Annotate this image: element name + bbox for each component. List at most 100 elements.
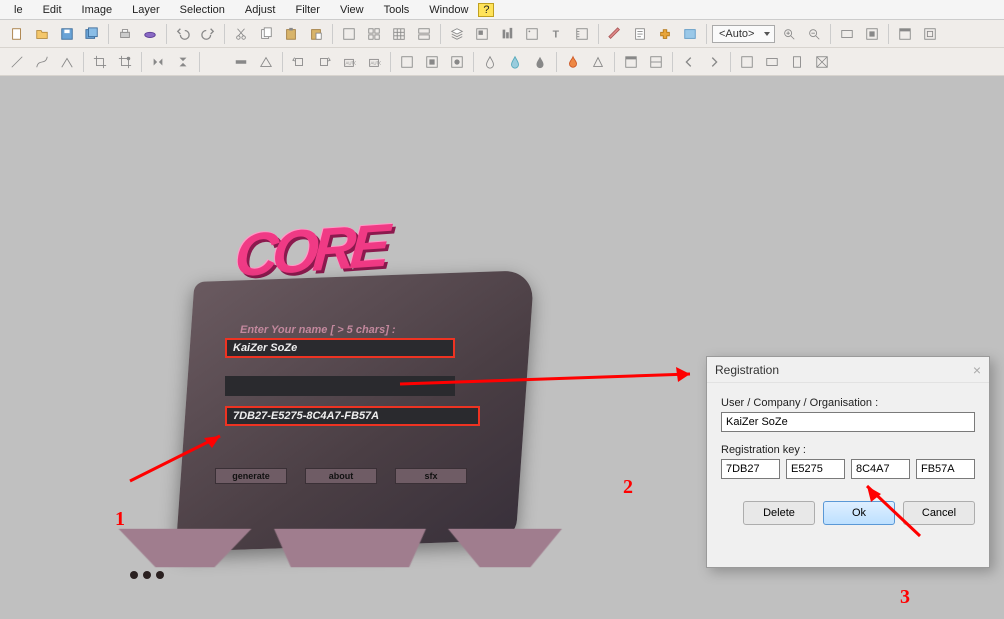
registration-dialog: Registration × User / Company / Organisa… — [706, 356, 990, 568]
menu-layer[interactable]: Layer — [122, 2, 170, 18]
back-icon[interactable] — [678, 51, 700, 73]
plugin-icon[interactable] — [654, 23, 676, 45]
tool-bright-icon[interactable] — [205, 51, 227, 73]
tile-icon[interactable] — [413, 23, 435, 45]
keygen-prompt: Enter Your name [ > 5 chars] : — [240, 324, 396, 336]
paste-special-icon[interactable] — [305, 23, 327, 45]
dialog-titlebar[interactable]: Registration × — [707, 357, 989, 383]
hist-icon[interactable] — [496, 23, 518, 45]
menu-help[interactable]: ? — [478, 3, 494, 17]
menu-filter[interactable]: Filter — [285, 2, 329, 18]
script-icon[interactable] — [629, 23, 651, 45]
cancel-button[interactable]: Cancel — [903, 501, 975, 525]
copy-icon[interactable] — [255, 23, 277, 45]
ok-button[interactable]: Ok — [823, 501, 895, 525]
canvas: CORE Enter Your name [ > 5 chars] : gene… — [0, 76, 1004, 619]
fire-icon[interactable] — [562, 51, 584, 73]
tool-auto-r-icon[interactable]: AUTO — [363, 51, 385, 73]
xd-icon[interactable] — [811, 51, 833, 73]
tool-rot-r-icon[interactable] — [313, 51, 335, 73]
zoom-combo[interactable]: <Auto> — [712, 25, 775, 43]
tri-icon[interactable] — [587, 51, 609, 73]
ruler-icon[interactable] — [571, 23, 593, 45]
open-icon[interactable] — [31, 23, 53, 45]
user-input[interactable] — [721, 412, 975, 432]
xb-icon[interactable] — [761, 51, 783, 73]
cut-icon[interactable] — [230, 23, 252, 45]
tool-g2-icon[interactable] — [421, 51, 443, 73]
tool-crop2-icon[interactable] — [114, 51, 136, 73]
tool-g1-icon[interactable] — [396, 51, 418, 73]
keygen-generate-button[interactable]: generate — [215, 468, 287, 484]
water2-icon[interactable] — [504, 51, 526, 73]
menu-image[interactable]: Image — [72, 2, 123, 18]
annotation-3: 3 — [900, 586, 910, 609]
new-icon[interactable] — [6, 23, 28, 45]
key-part-1[interactable] — [721, 459, 780, 479]
close-icon[interactable]: × — [973, 362, 981, 378]
fit-icon[interactable] — [836, 23, 858, 45]
tool-line-icon[interactable] — [6, 51, 28, 73]
undo-icon[interactable] — [172, 23, 194, 45]
tool-angle-icon[interactable] — [56, 51, 78, 73]
tool-rot-l-icon[interactable] — [288, 51, 310, 73]
key-part-3[interactable] — [851, 459, 910, 479]
zoom-in-icon[interactable] — [778, 23, 800, 45]
toolbar-primary: T <Auto> — [0, 20, 1004, 48]
key-label: Registration key : — [721, 444, 975, 456]
redo-icon[interactable] — [197, 23, 219, 45]
menu-adjust[interactable]: Adjust — [235, 2, 286, 18]
xa-icon[interactable] — [736, 51, 758, 73]
layers-icon[interactable] — [446, 23, 468, 45]
water1-icon[interactable] — [479, 51, 501, 73]
print-icon[interactable] — [114, 23, 136, 45]
info-icon[interactable] — [521, 23, 543, 45]
panel-icon[interactable] — [645, 51, 667, 73]
tool-gamma-icon[interactable] — [255, 51, 277, 73]
keygen-mid-input[interactable] — [225, 376, 455, 396]
win1-icon[interactable] — [894, 23, 916, 45]
scanner-icon[interactable] — [139, 23, 161, 45]
key-part-4[interactable] — [916, 459, 975, 479]
actual-icon[interactable] — [861, 23, 883, 45]
options-icon[interactable] — [679, 23, 701, 45]
text-icon[interactable]: T — [546, 23, 568, 45]
fwd-icon[interactable] — [703, 51, 725, 73]
menu-edit[interactable]: Edit — [33, 2, 72, 18]
keygen-window: CORE Enter Your name [ > 5 chars] : gene… — [85, 276, 545, 606]
tool-auto-l-icon[interactable]: AUTO — [338, 51, 360, 73]
keygen-key-output[interactable] — [225, 406, 480, 426]
menu-view[interactable]: View — [330, 2, 374, 18]
zoom-out-icon[interactable] — [803, 23, 825, 45]
win2-icon[interactable] — [919, 23, 941, 45]
paste-icon[interactable] — [280, 23, 302, 45]
menu-selection[interactable]: Selection — [170, 2, 235, 18]
save-icon[interactable] — [56, 23, 78, 45]
annotation-1: 1 — [115, 508, 125, 531]
menu-file[interactable]: le — [4, 2, 33, 18]
tool-curve-icon[interactable] — [31, 51, 53, 73]
delete-button[interactable]: Delete — [743, 501, 815, 525]
brush-icon[interactable] — [604, 23, 626, 45]
tool-contrast-icon[interactable] — [230, 51, 252, 73]
menu-window[interactable]: Window — [419, 2, 478, 18]
tool-g3-icon[interactable] — [446, 51, 468, 73]
grid2-icon[interactable] — [388, 23, 410, 45]
toolbar-secondary: AUTO AUTO — [0, 48, 1004, 76]
keygen-name-input[interactable] — [225, 338, 455, 358]
dialog-title: Registration — [715, 363, 779, 377]
keygen-about-button[interactable]: about — [305, 468, 377, 484]
keygen-sfx-button[interactable]: sfx — [395, 468, 467, 484]
win-icon[interactable] — [620, 51, 642, 73]
nav-icon[interactable] — [471, 23, 493, 45]
tool-flip-h-icon[interactable] — [147, 51, 169, 73]
tool-flip-v-icon[interactable] — [172, 51, 194, 73]
water3-icon[interactable] — [529, 51, 551, 73]
menu-tools[interactable]: Tools — [374, 2, 420, 18]
fullscreen-icon[interactable] — [338, 23, 360, 45]
grid-icon[interactable] — [363, 23, 385, 45]
key-part-2[interactable] — [786, 459, 845, 479]
tool-crop-icon[interactable] — [89, 51, 111, 73]
saveall-icon[interactable] — [81, 23, 103, 45]
xc-icon[interactable] — [786, 51, 808, 73]
